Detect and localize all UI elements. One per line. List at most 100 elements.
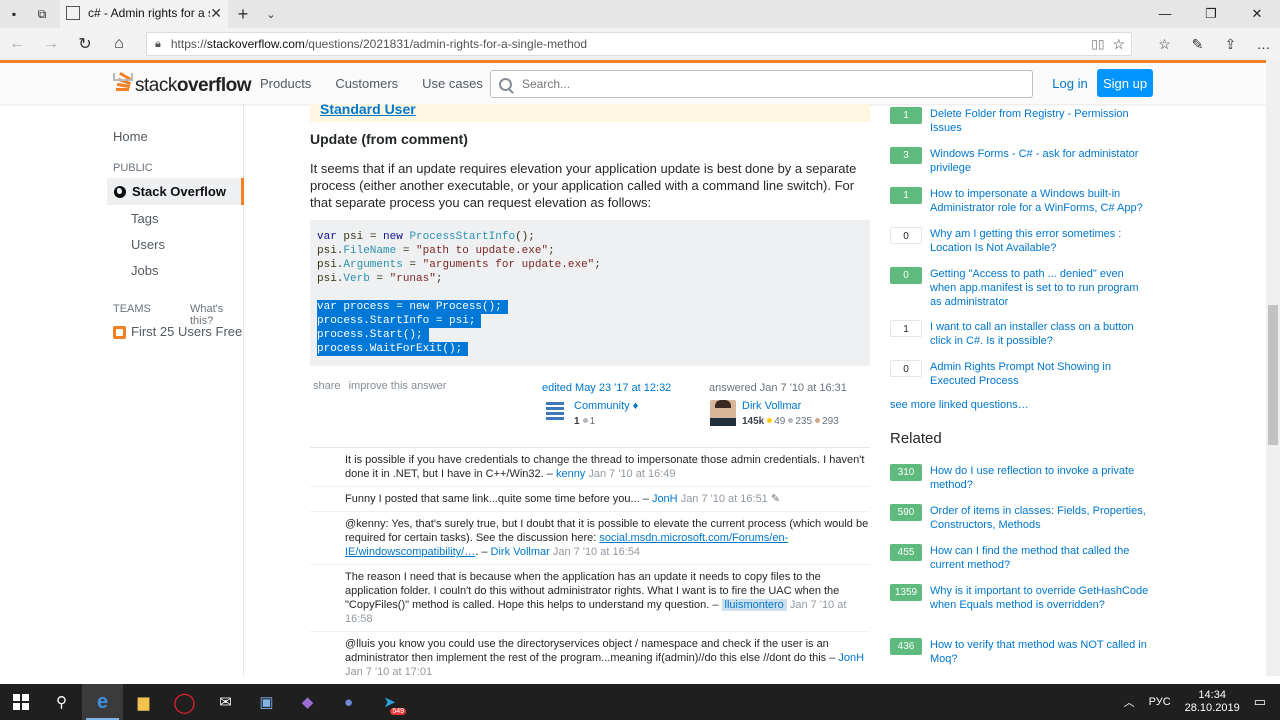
code-line-selected: var process = new Process(); <box>317 300 863 314</box>
signup-button[interactable]: Sign up <box>1097 69 1153 97</box>
reading-view-icon[interactable]: ▯▯ <box>1091 37 1104 51</box>
tray-chevron-icon[interactable]: ︿ <box>1124 694 1135 710</box>
related-question[interactable]: 455 How can I find the method that called… <box>890 544 1160 572</box>
minimize-icon[interactable]: — <box>1142 6 1188 22</box>
sidebar-item-teams-free[interactable]: First 25 Users Free <box>113 324 242 340</box>
linked-question[interactable]: 0 Getting "Access to path ... denied" eve… <box>890 267 1160 309</box>
scrollbar-thumb[interactable] <box>1268 305 1278 445</box>
back-icon[interactable]: ← <box>0 35 34 53</box>
nav-customers[interactable]: Customers <box>323 76 410 91</box>
tab-preview-chevron-icon[interactable]: ⌄ <box>258 8 284 21</box>
standard-user-link[interactable]: Standard User <box>320 104 416 117</box>
related-question[interactable]: 1359 Why is it important to override GetH… <box>890 584 1160 612</box>
start-button[interactable] <box>0 684 41 720</box>
comment-user[interactable]: JonH <box>652 493 678 505</box>
sidebar-item-users[interactable]: Users <box>131 237 165 252</box>
community-avatar[interactable] <box>546 402 564 420</box>
image-viewer-icon[interactable]: ▣ <box>246 684 287 720</box>
question-title[interactable]: Admin Rights Prompt Not Showing in Execu… <box>930 360 1150 388</box>
question-title[interactable]: I want to call an installer class on a b… <box>930 320 1150 348</box>
comment-user[interactable]: JonH <box>838 652 864 664</box>
close-window-icon[interactable]: ✕ <box>1234 6 1280 22</box>
related-heading: Related <box>890 430 942 447</box>
more-icon[interactable]: … <box>1247 36 1280 52</box>
sidebar-item-jobs[interactable]: Jobs <box>131 263 158 278</box>
page-scrollbar[interactable] <box>1266 60 1280 676</box>
mail-icon[interactable]: ✉ <box>205 684 246 720</box>
sidebar-item-home[interactable]: Home <box>113 129 148 144</box>
related-question[interactable]: 590 Order of items in classes: Fields, Pr… <box>890 504 1160 532</box>
sidebar-item-tags[interactable]: Tags <box>131 211 158 226</box>
question-title[interactable]: How to verify that method was NOT called… <box>930 638 1150 666</box>
clock[interactable]: 14:34 28.10.2019 <box>1185 689 1240 715</box>
visual-studio-icon[interactable]: ◆ <box>287 684 328 720</box>
sidebar-item-stackoverflow[interactable]: Stack Overflow <box>107 178 244 205</box>
comment-date[interactable]: Jan 7 '10 at 17:01 <box>345 666 432 676</box>
favorite-star-icon[interactable]: ☆ <box>1112 36 1125 53</box>
comment-date[interactable]: Jan 7 '10 at 16:51 <box>681 493 768 505</box>
question-title[interactable]: Getting "Access to path ... denied" even… <box>930 267 1150 309</box>
question-title[interactable]: How do I use reflection to invoke a priv… <box>930 464 1150 492</box>
linked-question[interactable]: 1 Delete Folder from Registry - Permissio… <box>890 107 1160 135</box>
share-icon[interactable]: ⇪ <box>1214 36 1247 53</box>
editor-name[interactable]: Community ♦ <box>574 400 638 412</box>
linked-question[interactable]: 1 I want to call an installer class on a … <box>890 320 1160 348</box>
maximize-icon[interactable]: ❐ <box>1188 6 1234 22</box>
language-indicator[interactable]: РУС <box>1149 696 1171 708</box>
comment-user-op[interactable]: lluismontero <box>721 599 787 611</box>
home-icon[interactable]: ⌂ <box>102 35 136 53</box>
opera-icon[interactable]: ◯ <box>164 684 205 720</box>
nav-use-cases[interactable]: Use cases <box>410 76 495 91</box>
question-title[interactable]: Delete Folder from Registry - Permission… <box>930 107 1150 135</box>
nav-products[interactable]: Products <box>248 76 323 91</box>
linked-question[interactable]: 1 How to impersonate a Windows built-in A… <box>890 187 1160 215</box>
browser-tab[interactable]: c# - Admin rights for a s ✕ <box>60 0 228 28</box>
stackoverflow-logo[interactable]: stackoverflow <box>113 71 251 97</box>
search-taskbar-icon[interactable]: ⚲ <box>41 684 82 720</box>
file-explorer-icon[interactable]: ▆ <box>123 684 164 720</box>
related-question[interactable]: 310 How do I use reflection to invoke a p… <box>890 464 1160 492</box>
teams-briefcase-icon <box>113 326 126 340</box>
linked-question[interactable]: 0 Why am I getting this error sometimes :… <box>890 227 1160 255</box>
share-link[interactable]: share <box>313 380 341 392</box>
new-tab-icon[interactable]: + <box>228 4 258 25</box>
edit-pencil-icon: ✎ <box>770 493 781 505</box>
notifications-icon[interactable]: ▭ <box>1254 694 1266 710</box>
see-more-linked-link[interactable]: see more linked questions… <box>890 399 1029 411</box>
author-usercard: Dirk Vollmar 145k 49 235 293 <box>710 400 839 427</box>
edited-timestamp[interactable]: edited May 23 '17 at 12:32 <box>542 382 671 394</box>
search-box[interactable] <box>490 70 1033 98</box>
login-button[interactable]: Log in <box>1046 69 1094 97</box>
author-avatar[interactable] <box>710 400 736 426</box>
comment-user[interactable]: Dirk Vollmar <box>491 546 550 558</box>
edge-browser-icon[interactable]: e <box>82 684 123 720</box>
comment-user[interactable]: kenny <box>556 468 585 480</box>
linked-question[interactable]: 0 Admin Rights Prompt Not Showing in Exec… <box>890 360 1160 388</box>
telegram-icon[interactable]: ➤ 549 <box>369 684 410 720</box>
question-title[interactable]: Why am I getting this error sometimes : … <box>930 227 1150 255</box>
question-title[interactable]: How can I find the method that called th… <box>930 544 1150 572</box>
tabs-aside-icon[interactable]: ⧉ <box>28 0 56 28</box>
question-title[interactable]: How to impersonate a Windows built-in Ad… <box>930 187 1150 215</box>
comment: @lluis you know you could use the direct… <box>310 632 870 676</box>
search-input[interactable] <box>522 77 1002 91</box>
refresh-icon[interactable]: ↻ <box>68 34 102 54</box>
forward-icon[interactable]: → <box>34 35 68 53</box>
comment-date[interactable]: Jan 7 '10 at 16:49 <box>588 468 675 480</box>
question-title[interactable]: Why is it important to override GetHashC… <box>930 584 1150 612</box>
close-tab-icon[interactable]: ✕ <box>210 5 222 22</box>
improve-answer-link[interactable]: improve this answer <box>349 380 447 392</box>
discord-icon[interactable]: ● <box>328 684 369 720</box>
tab-manager-icon[interactable]: ▪ <box>0 0 28 28</box>
linked-question[interactable]: 3 Windows Forms - C# - ask for administat… <box>890 147 1160 175</box>
favorites-icon[interactable]: ☆ <box>1148 36 1181 53</box>
comment-date[interactable]: Jan 7 '10 at 16:54 <box>553 546 640 558</box>
question-title[interactable]: Order of items in classes: Fields, Prope… <box>930 504 1150 532</box>
address-bar[interactable]: 🔒︎ https://stackoverflow.com/questions/2… <box>146 32 1132 56</box>
comment: It is possible if you have credentials t… <box>310 448 870 487</box>
notes-pen-icon[interactable]: ✎ <box>1181 36 1214 53</box>
author-name[interactable]: Dirk Vollmar <box>742 400 839 412</box>
code-line-selected: process.Start(); <box>317 328 863 342</box>
question-title[interactable]: Windows Forms - C# - ask for administato… <box>930 147 1150 175</box>
related-question[interactable]: 436 How to verify that method was NOT cal… <box>890 638 1160 666</box>
